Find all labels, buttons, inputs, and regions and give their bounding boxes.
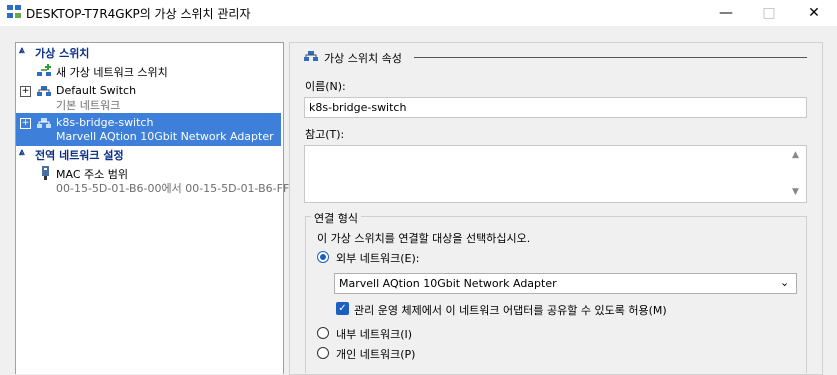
item-label: 새 가상 네트워크 스위치 [56, 66, 168, 79]
switch-name-input[interactable]: k8s-bridge-switch [304, 97, 807, 118]
chevron-down-icon[interactable]: ⌄ [780, 276, 789, 289]
collapse-icon: ⩓ [19, 45, 25, 56]
new-switch-icon [37, 64, 51, 76]
item-sublabel: Marvell AQtion 10Gbit Network Adapter [56, 130, 274, 143]
notes-label: 참고(T): [305, 128, 345, 141]
share-management-label[interactable]: 관리 운영 체제에서 이 네트워크 어댑터를 공유할 수 있도록 허용(M) [354, 302, 667, 318]
mac-address-icon [42, 166, 49, 180]
external-network-label[interactable]: 외부 네트워크(E): [336, 250, 419, 266]
window-title: DESKTOP-T7R4GKP의 가상 스위치 관리자 [26, 7, 251, 21]
name-label: 이름(N): [305, 80, 346, 93]
connection-type-legend: 연결 형식 [311, 210, 361, 226]
share-management-checkbox[interactable]: ✓ [336, 302, 349, 315]
expand-icon[interactable]: + [20, 118, 31, 129]
properties-title: 가상 스위치 속성 [324, 52, 402, 65]
item-label: k8s-bridge-switch [56, 116, 154, 129]
divider [414, 57, 807, 58]
section-global-network-settings[interactable]: ⩓ 전역 네트워크 설정 [16, 146, 281, 163]
notes-textarea[interactable] [304, 145, 807, 203]
default-switch-item[interactable]: + Default Switch 기본 네트워크 [16, 82, 281, 112]
expand-icon[interactable]: + [20, 86, 31, 97]
connection-description: 이 가상 스위치를 연결할 대상을 선택하십시오. [317, 232, 531, 245]
section-virtual-switches[interactable]: ⩓ 가상 스위치 [16, 44, 281, 61]
scroll-up-icon[interactable]: ▲ [792, 150, 799, 160]
internal-network-radio[interactable] [317, 327, 329, 339]
collapse-icon: ⩓ [19, 147, 25, 158]
close-button[interactable]: ✕ [791, 0, 837, 26]
internal-network-label[interactable]: 내부 네트워크(I) [336, 326, 412, 342]
scroll-down-icon[interactable]: ▼ [792, 187, 799, 197]
item-sublabel: 기본 네트워크 [56, 99, 121, 112]
item-sublabel: 00-15-5D-01-B6-00에서 00-15-5D-01-B6-FF [56, 182, 290, 195]
private-network-label[interactable]: 개인 네트워크(P) [336, 346, 415, 362]
minimize-button[interactable]: — [703, 0, 749, 26]
section-label: 전역 네트워크 설정 [35, 149, 124, 162]
k8s-bridge-switch-item[interactable]: + k8s-bridge-switch Marvell AQtion 10Gbi… [16, 113, 281, 146]
network-switch-icon [37, 86, 51, 96]
network-switch-icon [37, 118, 51, 128]
mac-address-range-item[interactable]: MAC 주소 범위 00-15-5D-01-B6-00에서 00-15-5D-0… [16, 164, 289, 196]
external-network-radio[interactable] [317, 251, 329, 263]
item-label: Default Switch [56, 84, 137, 97]
network-switch-icon [304, 51, 318, 61]
new-virtual-switch-item[interactable]: 새 가상 네트워크 스위치 [16, 62, 281, 80]
private-network-radio[interactable] [317, 347, 329, 359]
adapter-select[interactable]: Marvell AQtion 10Gbit Network Adapter [334, 273, 797, 294]
switch-tree-pane: ⩓ 가상 스위치 새 가상 네트워크 스위치 + Default Switch … [15, 42, 289, 374]
maximize-button[interactable]: □ [746, 0, 792, 26]
switch-manager-icon [7, 5, 21, 18]
section-label: 가상 스위치 [35, 47, 90, 60]
adapter-select-value: Marvell AQtion 10Gbit Network Adapter [339, 277, 557, 290]
